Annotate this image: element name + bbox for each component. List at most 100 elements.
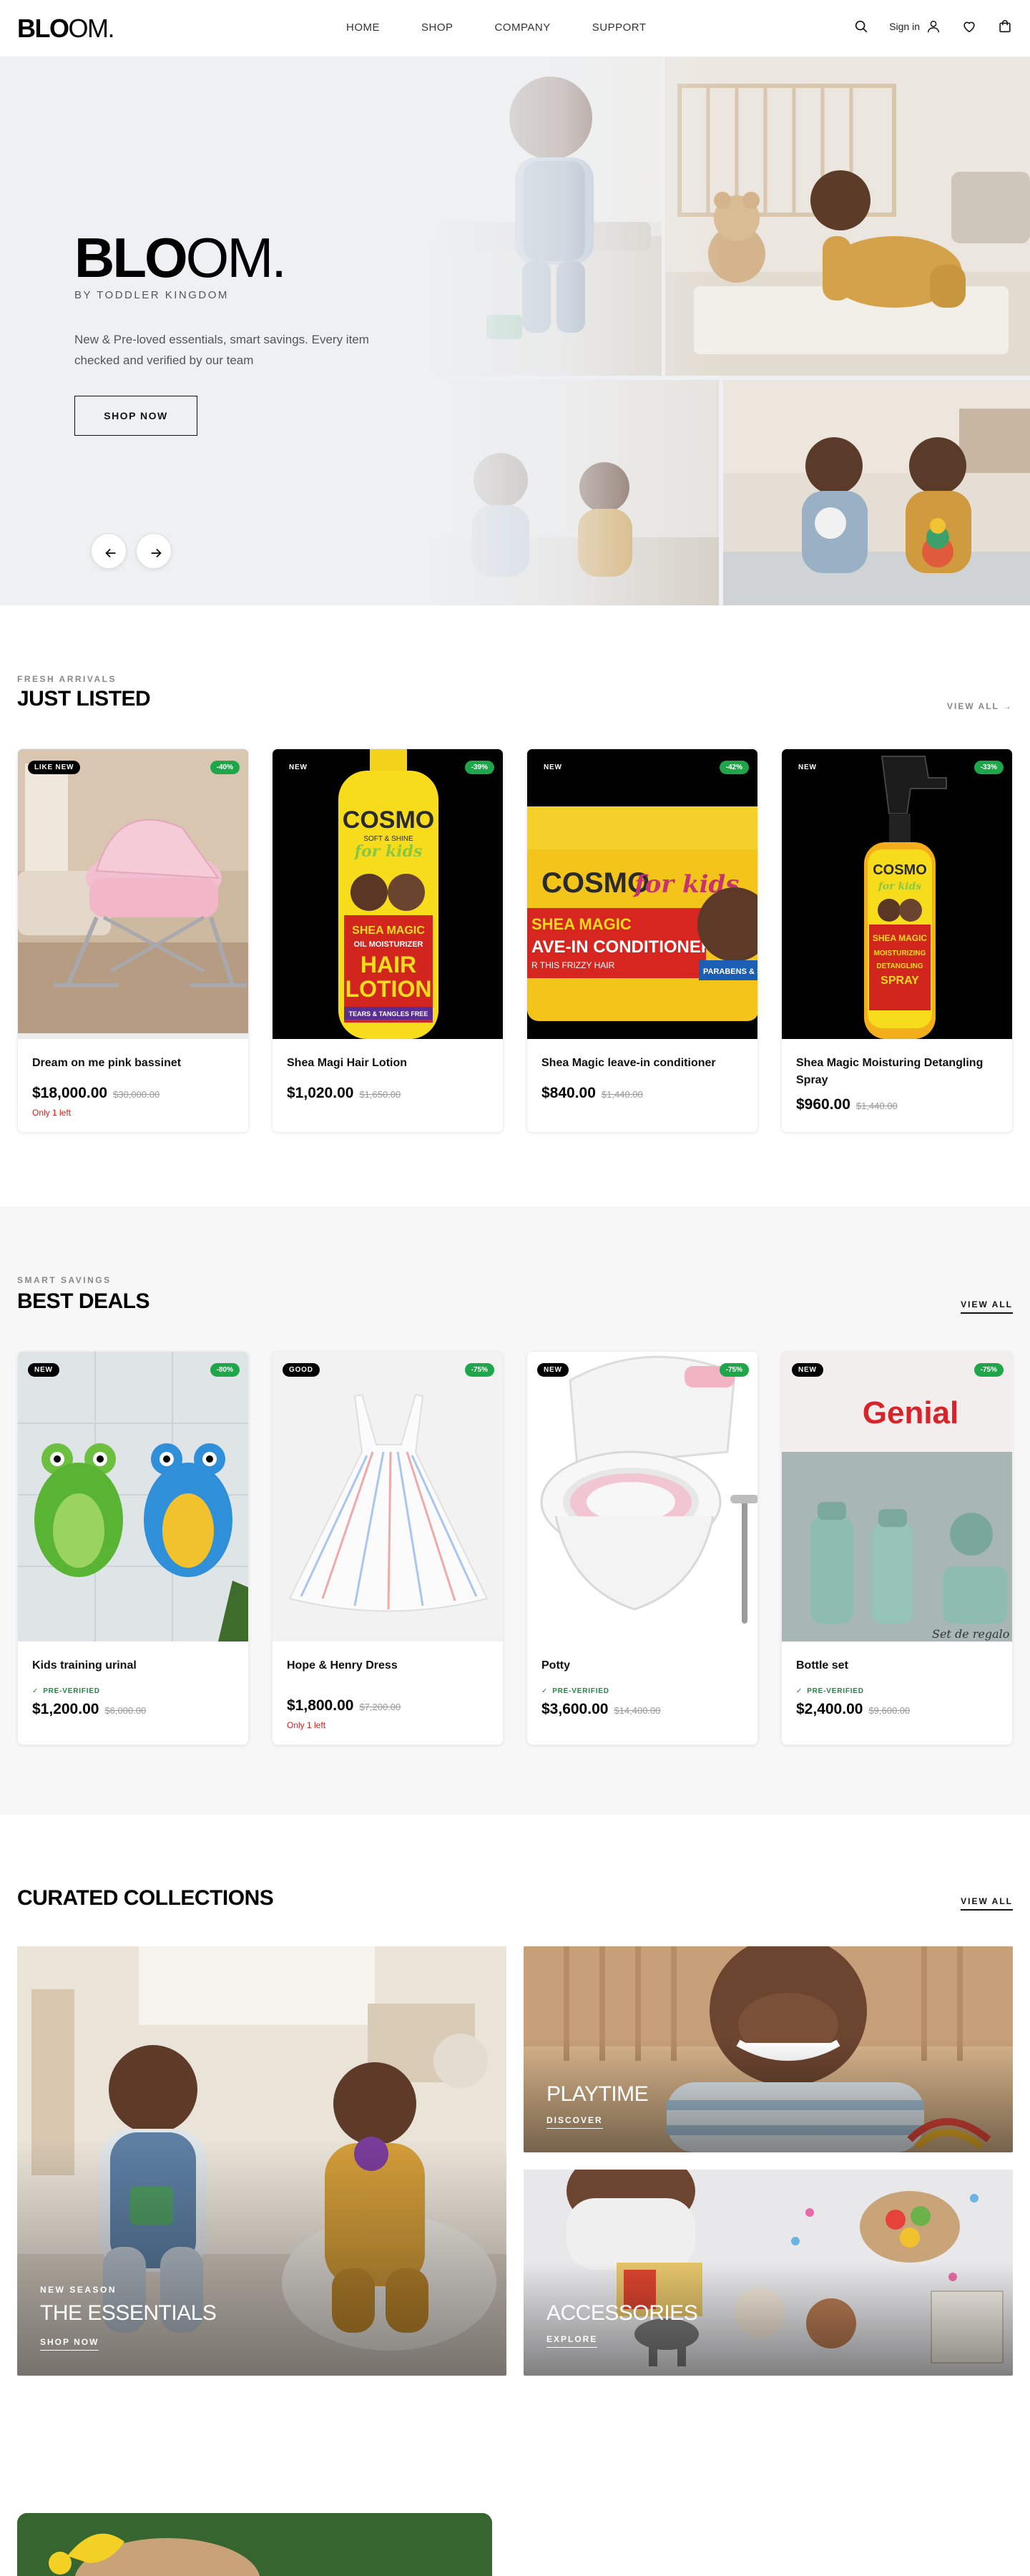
hero-prev-button[interactable] <box>91 533 127 569</box>
collection-title: PLAYTIME <box>546 2082 649 2106</box>
product-price: $18,000.00 <box>32 1085 108 1101</box>
verified-badge: ✓ PRE-VERIFIED <box>796 1687 864 1695</box>
collection-accessories[interactable]: ACCESSORIES EXPLORE <box>524 2170 1013 2376</box>
promo-tile-partial[interactable] <box>17 2513 492 2576</box>
product-card[interactable]: LIKE NEW -40% Dream on me pink bassinet … <box>17 748 249 1133</box>
shop-now-button[interactable]: SHOP NOW <box>74 396 197 436</box>
search-icon[interactable] <box>853 19 869 34</box>
condition-badge: NEW <box>283 761 314 774</box>
product-old-price: $1,440.00 <box>601 1089 643 1100</box>
verified-badge: ✓ PRE-VERIFIED <box>541 1687 609 1695</box>
product-name[interactable]: Shea Magic leave-in conditioner <box>541 1055 743 1072</box>
hero-title: BLOOM. <box>74 226 287 289</box>
svg-text:DETANGLING: DETANGLING <box>876 962 923 970</box>
product-price: $1,200.00 <box>32 1701 99 1717</box>
svg-text:SHEA MAGIC: SHEA MAGIC <box>873 933 928 943</box>
condition-badge: NEW <box>792 1363 823 1377</box>
product-price: $1,800.00 <box>287 1697 354 1714</box>
product-old-price: $1,440.00 <box>855 1101 898 1111</box>
check-icon: ✓ <box>32 1687 39 1695</box>
hero-next-button[interactable] <box>136 533 172 569</box>
explore-link[interactable]: EXPLORE <box>546 2334 598 2348</box>
user-icon <box>926 19 941 34</box>
svg-text:COSMO: COSMO <box>541 867 649 899</box>
just-listed-title: JUST LISTED <box>17 687 151 711</box>
signin-label: Sign in <box>889 21 920 32</box>
svg-text:HAIR: HAIR <box>360 952 416 977</box>
svg-text:Genial: Genial <box>863 1395 959 1430</box>
product-price: $1,020.00 <box>287 1085 354 1101</box>
svg-text:for kids: for kids <box>878 881 921 892</box>
product-image-potty: NEW -75% <box>527 1352 757 1641</box>
product-card[interactable]: NEW -80% Kids training urinal ✓ PRE-VERIF… <box>17 1351 249 1745</box>
collections-title: CURATED COLLECTIONS <box>17 1886 274 1910</box>
product-price: $3,600.00 <box>541 1701 609 1717</box>
signin-link[interactable]: Sign in <box>889 19 941 34</box>
arrow-right-icon <box>148 545 162 558</box>
svg-text:SHEA MAGIC: SHEA MAGIC <box>531 915 632 933</box>
product-old-price: $7,200.00 <box>359 1702 401 1712</box>
collections-view-all[interactable]: VIEW ALL <box>961 1896 1013 1911</box>
best-deals-view-all[interactable]: VIEW ALL <box>961 1299 1013 1314</box>
product-name[interactable]: Kids training urinal <box>32 1657 234 1674</box>
product-image-hair-lotion: COSMO SOFT & SHINE for kids SHEA MAGIC O… <box>273 749 503 1039</box>
condition-badge: NEW <box>28 1363 59 1377</box>
heart-icon[interactable] <box>961 19 977 34</box>
hero-description: New & Pre-loved essentials, smart saving… <box>74 333 369 367</box>
svg-text:OIL MOISTURIZER: OIL MOISTURIZER <box>354 940 423 949</box>
product-old-price: $14,400.00 <box>614 1705 661 1716</box>
nav-home[interactable]: HOME <box>346 21 380 34</box>
product-name[interactable]: Shea Magi Hair Lotion <box>287 1055 489 1072</box>
just-listed-view-all[interactable]: VIEW ALL → <box>947 701 1013 711</box>
discover-link[interactable]: DISCOVER <box>546 2115 603 2129</box>
discount-badge: -80% <box>210 1363 240 1377</box>
nav-support[interactable]: SUPPORT <box>592 21 647 34</box>
product-price: $960.00 <box>796 1096 850 1113</box>
product-card[interactable]: COSMO for kids SHEA MAGIC MOISTURIZING D… <box>781 748 1013 1133</box>
svg-text:COSMO: COSMO <box>873 862 927 878</box>
svg-text:Set de regalo /: Set de regalo / <box>932 1627 1013 1641</box>
main-nav: HOME SHOP COMPANY SUPPORT <box>346 21 688 34</box>
product-name[interactable]: Hope & Henry Dress <box>287 1657 489 1674</box>
product-price: $2,400.00 <box>796 1701 863 1717</box>
discount-badge: -39% <box>464 761 494 774</box>
product-old-price: $6,000.00 <box>104 1705 147 1716</box>
product-card[interactable]: COSMO SOFT & SHINE for kids SHEA MAGIC O… <box>272 748 504 1133</box>
product-card[interactable]: NEW -75% Potty ✓ PRE-VERIFIED $3,600.00 $… <box>526 1351 758 1745</box>
product-image-bassinet: LIKE NEW -40% <box>18 749 248 1039</box>
collection-essentials[interactable]: NEW SEASON THE ESSENTIALS SHOP NOW <box>17 1946 506 2376</box>
arrow-left-icon <box>103 545 116 558</box>
stock-notice: Only 1 left <box>287 1720 326 1730</box>
nav-company[interactable]: COMPANY <box>495 21 551 34</box>
product-image-detangling-spray: COSMO for kids SHEA MAGIC MOISTURIZING D… <box>782 749 1012 1039</box>
product-name[interactable]: Bottle set <box>796 1657 998 1674</box>
check-icon: ✓ <box>541 1687 549 1695</box>
product-card[interactable]: Genial ial Set de regalo / NEW -75% Bott… <box>781 1351 1013 1745</box>
product-image-training-urinal: NEW -80% <box>18 1352 248 1641</box>
discount-badge: -33% <box>973 761 1004 774</box>
hero-photo-babies-toys <box>723 380 1030 605</box>
discount-badge: -42% <box>719 761 749 774</box>
logo[interactable]: BLOOM. <box>17 14 114 43</box>
product-name[interactable]: Shea Magic Moisturing Detangling Spray <box>796 1055 998 1089</box>
svg-text:SPRAY: SPRAY <box>881 975 919 987</box>
svg-text:MOISTURIZING: MOISTURIZING <box>874 950 926 957</box>
shop-now-link[interactable]: SHOP NOW <box>40 2337 99 2351</box>
nav-shop[interactable]: SHOP <box>421 21 453 34</box>
product-name[interactable]: Dream on me pink bassinet <box>32 1055 234 1072</box>
product-card[interactable]: COSMO for kids SHEA MAGIC AVE-IN CONDITI… <box>526 748 758 1133</box>
collection-playtime[interactable]: PLAYTIME DISCOVER <box>524 1946 1013 2152</box>
just-listed-eyebrow: FRESH ARRIVALS <box>17 674 117 684</box>
bag-icon[interactable] <box>997 19 1013 34</box>
product-name[interactable]: Potty <box>541 1657 743 1674</box>
collection-title: THE ESSENTIALS <box>40 2301 217 2325</box>
product-old-price: $30,000.00 <box>113 1089 160 1100</box>
svg-text:for kids: for kids <box>353 842 423 861</box>
header-actions: Sign in <box>853 19 1013 34</box>
best-deals-grid: NEW -80% Kids training urinal ✓ PRE-VERIF… <box>17 1351 1013 1745</box>
product-card[interactable]: GOOD -75% Hope & Henry Dress $1,800.00 $… <box>272 1351 504 1745</box>
svg-text:TEARS & TANGLES FREE: TEARS & TANGLES FREE <box>349 1010 428 1018</box>
svg-text:PARABENS & S: PARABENS & S <box>703 967 758 976</box>
product-old-price: $9,600.00 <box>868 1705 911 1716</box>
just-listed-grid: LIKE NEW -40% Dream on me pink bassinet … <box>17 748 1013 1133</box>
